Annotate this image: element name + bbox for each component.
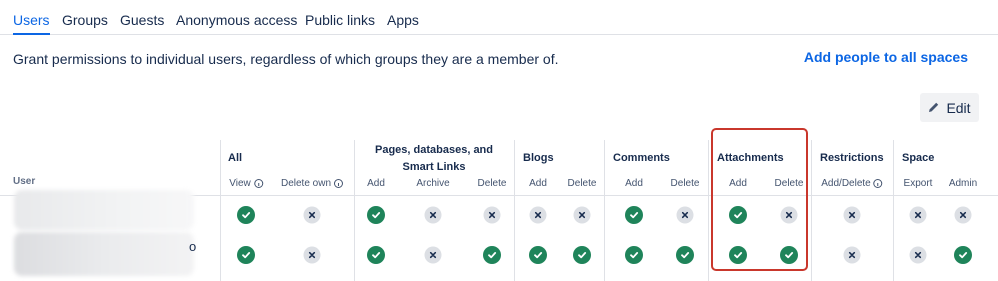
check-circle-icon — [237, 206, 255, 224]
column-header-label: Delete — [670, 178, 700, 189]
cross-circle-icon — [529, 206, 547, 224]
cross-circle-icon — [424, 206, 442, 224]
check-circle-icon — [367, 206, 385, 224]
column-header: Export — [904, 178, 933, 189]
cross-circle-icon — [909, 246, 927, 264]
column-divider — [893, 140, 894, 281]
column-header-label: Add — [625, 178, 643, 189]
page-description: Grant permissions to individual users, r… — [13, 51, 559, 67]
column-header: Add — [729, 178, 747, 189]
column-header: View — [229, 178, 263, 189]
check-circle-icon — [729, 246, 747, 264]
check-circle-icon — [954, 246, 972, 264]
check-circle-icon — [529, 246, 547, 264]
user-column-header: User — [13, 176, 36, 187]
check-circle-icon — [237, 246, 255, 264]
check-circle-icon — [573, 246, 591, 264]
tab-users[interactable]: Users — [13, 12, 50, 35]
column-divider — [354, 140, 355, 281]
column-header-label: Add — [729, 178, 747, 189]
column-header-label: Delete — [477, 178, 507, 189]
cross-circle-icon — [843, 206, 861, 224]
column-header-label: Delete own — [280, 178, 332, 189]
column-divider — [514, 140, 515, 281]
permissions-tabs: Users Groups Guests Anonymous access Pub… — [0, 0, 998, 35]
group-header-restrictions: Restrictions — [820, 152, 884, 164]
column-header: Delete — [478, 178, 507, 189]
column-header-label: View — [229, 178, 251, 189]
check-circle-icon — [729, 206, 747, 224]
column-divider — [604, 140, 605, 281]
info-icon[interactable] — [253, 179, 263, 188]
tab-guests[interactable]: Guests — [120, 12, 164, 28]
blurred-user-name — [14, 190, 194, 230]
column-header: Add — [529, 178, 547, 189]
column-divider — [708, 140, 709, 281]
tab-groups[interactable]: Groups — [62, 12, 108, 28]
column-divider — [220, 140, 221, 281]
group-header-pages: Pages, databases, and Smart Links — [375, 144, 493, 173]
column-header-label: Delete — [567, 178, 597, 189]
check-circle-icon — [676, 246, 694, 264]
user-name: o — [189, 239, 197, 254]
cross-circle-icon — [909, 206, 927, 224]
edit-button-label: Edit — [946, 99, 971, 116]
column-divider — [811, 140, 812, 281]
cross-circle-icon — [954, 206, 972, 224]
column-header: Add/Delete — [821, 178, 883, 189]
cross-circle-icon — [303, 206, 321, 224]
column-header: Delete — [775, 178, 804, 189]
add-people-link[interactable]: Add people to all spaces — [804, 49, 968, 65]
column-header: Archive — [416, 178, 449, 189]
column-header-label: Archive — [416, 178, 450, 189]
cross-circle-icon — [303, 246, 321, 264]
pencil-icon — [928, 100, 940, 116]
check-circle-icon — [367, 246, 385, 264]
column-header-label: Delete — [774, 178, 804, 189]
cross-circle-icon — [676, 206, 694, 224]
cross-circle-icon — [780, 206, 798, 224]
tab-anonymous-access[interactable]: Anonymous access — [176, 12, 297, 28]
group-header-all: All — [228, 152, 243, 164]
group-header-space: Space — [902, 152, 935, 164]
column-header: Delete own — [280, 178, 344, 189]
cross-circle-icon — [483, 206, 501, 224]
check-circle-icon — [483, 246, 501, 264]
column-header-label: Admin — [948, 178, 978, 189]
blurred-user-name — [14, 232, 194, 276]
edit-button[interactable]: Edit — [920, 93, 979, 122]
column-header-label: Add/Delete — [821, 178, 871, 189]
column-header: Admin — [949, 178, 977, 189]
tab-public-links[interactable]: Public links — [305, 12, 375, 28]
group-header-blogs: Blogs — [523, 152, 554, 164]
column-header: Delete — [568, 178, 597, 189]
column-header-label: Add — [367, 178, 385, 189]
cross-circle-icon — [573, 206, 591, 224]
column-header: Add — [625, 178, 643, 189]
check-circle-icon — [780, 246, 798, 264]
group-header-attachments: Attachments — [717, 152, 784, 164]
cross-circle-icon — [424, 246, 442, 264]
tab-apps[interactable]: Apps — [387, 12, 419, 28]
info-icon[interactable] — [873, 179, 883, 188]
check-circle-icon — [625, 206, 643, 224]
group-header-comments: Comments — [613, 152, 670, 164]
cross-circle-icon — [843, 246, 861, 264]
info-icon[interactable] — [334, 179, 344, 188]
column-header-label: Add — [529, 178, 547, 189]
column-header-label: Export — [903, 178, 933, 189]
check-circle-icon — [625, 246, 643, 264]
column-header: Delete — [671, 178, 700, 189]
column-header: Add — [367, 178, 385, 189]
